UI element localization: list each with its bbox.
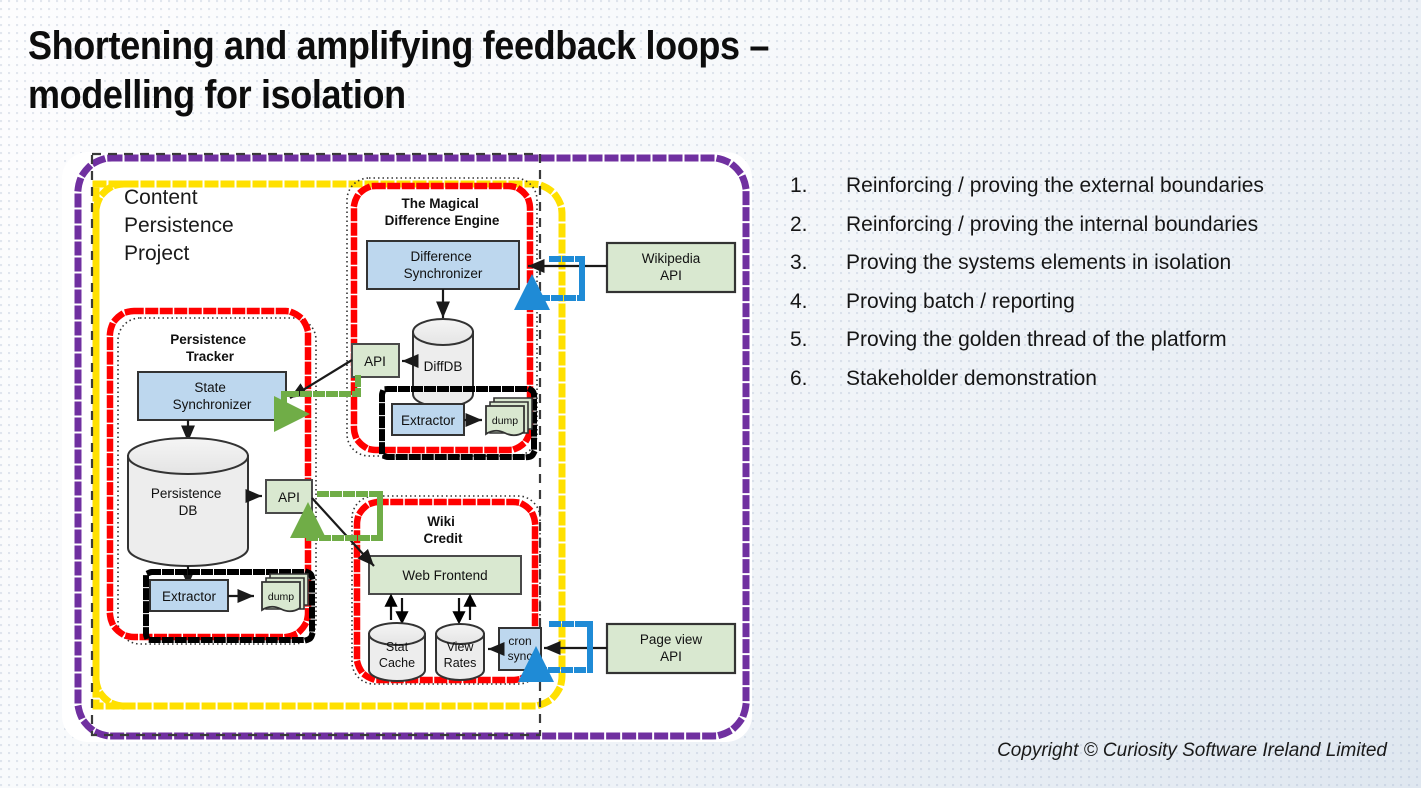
list-item-number: 2. — [790, 212, 808, 236]
list-item-number: 5. — [790, 328, 808, 352]
list-item-number: 6. — [790, 366, 808, 390]
node-extractor-diff-label: Extractor — [401, 413, 456, 428]
list-item-text: Proving batch / reporting — [846, 289, 1075, 313]
node-persistence-db: Persistence DB — [127, 437, 249, 567]
node-diffdb: DiffDB — [412, 318, 474, 408]
list-item: 2. Reinforcing / proving the internal bo… — [790, 209, 1400, 242]
node-extractor-persistence-label: Extractor — [162, 589, 217, 604]
slide-root: Shortening and amplifying feedback loops… — [0, 0, 1421, 788]
external-link-loop-blue-1 — [514, 256, 585, 310]
list-item: 6. Stakeholder demonstration — [790, 363, 1400, 396]
list-item: 4. Proving batch / reporting — [790, 286, 1400, 319]
list-item-text: Proving the systems elements in isolatio… — [846, 251, 1232, 275]
node-dump-persistence: dump — [261, 573, 309, 613]
list-item-text: Proving the golden thread of the platfor… — [846, 328, 1227, 352]
objectives-list: 1. Reinforcing / proving the external bo… — [790, 170, 1400, 401]
page-title: Shortening and amplifying feedback loops… — [28, 24, 769, 117]
list-item: 3. Proving the systems elements in isola… — [790, 247, 1400, 280]
project-label: Content Persistence Project — [124, 186, 240, 265]
list-item: 5. Proving the golden thread of the plat… — [790, 324, 1400, 357]
svg-text:dump: dump — [268, 591, 294, 603]
node-api-diff-label: API — [364, 354, 386, 369]
list-item-text: Reinforcing / proving the external bound… — [846, 174, 1264, 197]
list-item: 1. Reinforcing / proving the external bo… — [790, 170, 1400, 203]
list-item-text: Reinforcing / proving the internal bound… — [846, 212, 1259, 236]
node-dump-diff: dump — [485, 397, 533, 437]
svg-text:dump: dump — [492, 415, 518, 427]
copyright-footer: Copyright © Curiosity Software Ireland L… — [997, 740, 1387, 761]
persistence-tracker-title: Persistence Tracker — [170, 332, 250, 364]
list-item-number: 3. — [790, 251, 808, 275]
difference-engine-title: The Magical Difference Engine — [385, 196, 500, 228]
node-stat-cache: Stat Cache — [368, 622, 426, 682]
list-item-number: 4. — [790, 289, 808, 313]
node-view-rates: View Rates — [435, 623, 485, 681]
wiki-credit-title: Wiki Credit — [423, 514, 463, 546]
architecture-diagram: Content Persistence Project The Magical … — [74, 152, 750, 740]
svg-text:DiffDB: DiffDB — [424, 359, 463, 374]
node-api-persistence-label: API — [278, 490, 300, 505]
list-item-text: Stakeholder demonstration — [846, 366, 1097, 390]
node-web-frontend-label: Web Frontend — [402, 568, 487, 583]
list-item-number: 1. — [790, 174, 808, 197]
node-cron-sync-label: cron sync — [508, 634, 533, 663]
